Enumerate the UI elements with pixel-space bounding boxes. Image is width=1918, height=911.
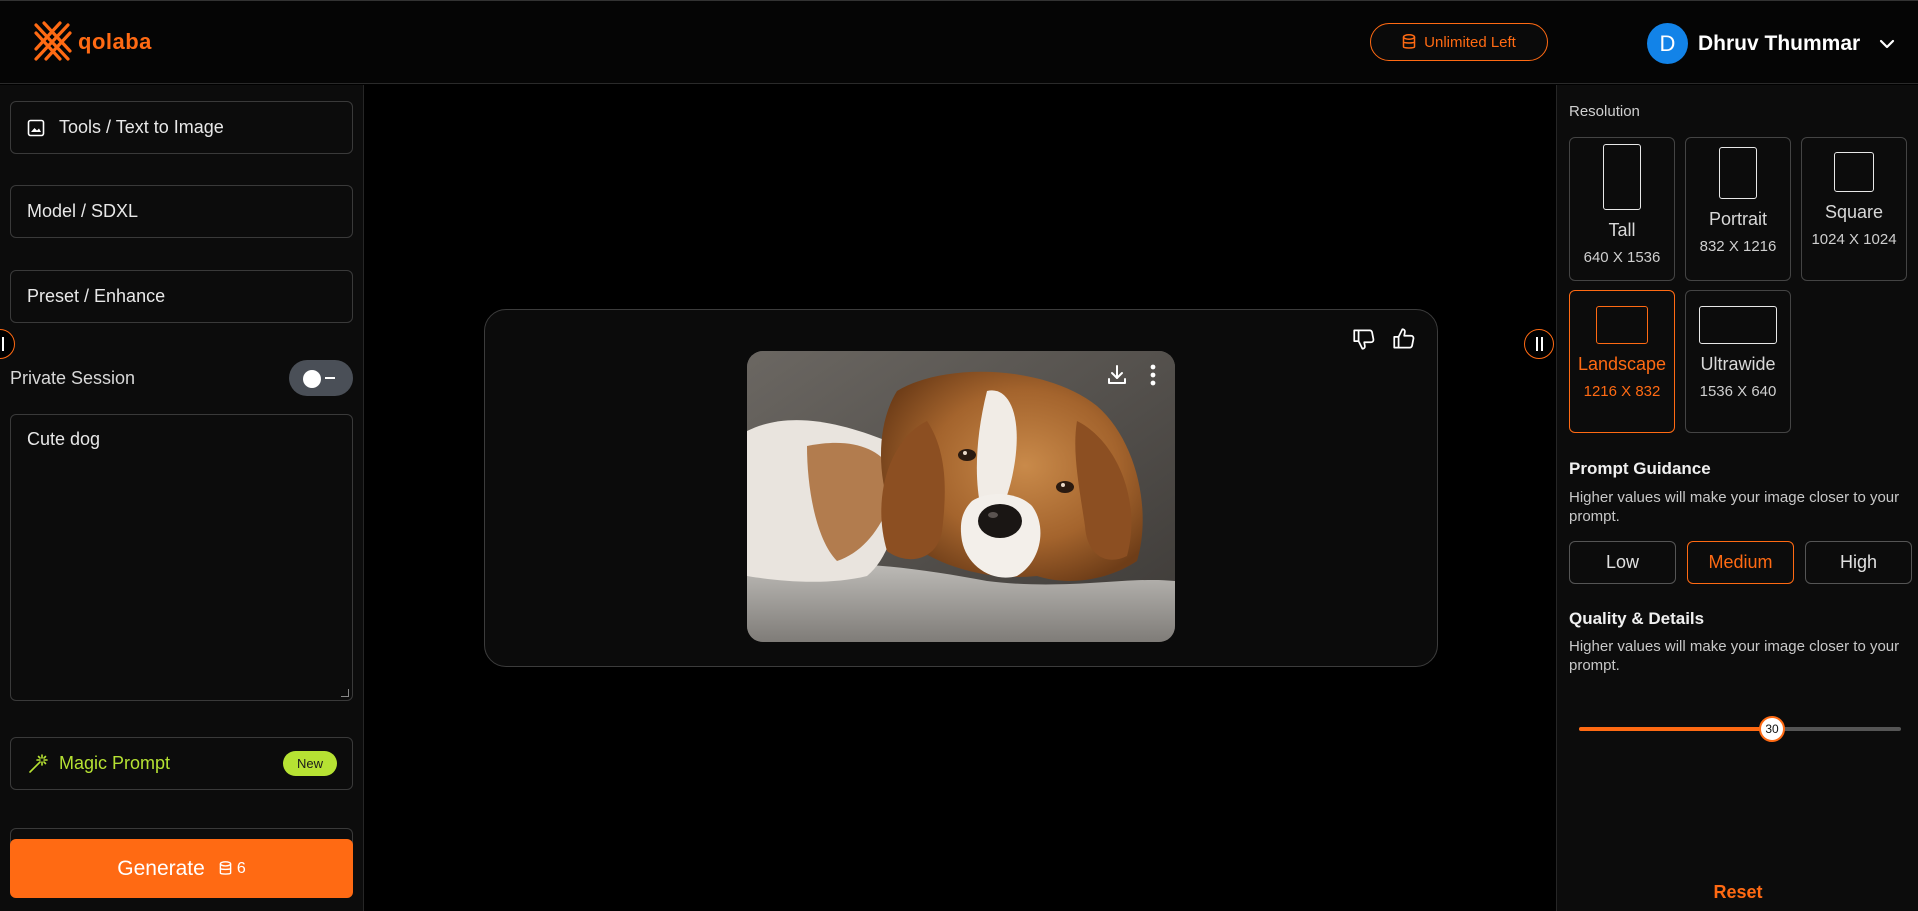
prompt-guidance-title: Prompt Guidance [1569, 459, 1711, 478]
slider-handle[interactable]: 30 [1759, 716, 1785, 742]
tool-label: Tools / Text to Image [59, 117, 224, 137]
reset-button[interactable]: Reset [1557, 882, 1918, 903]
top-bar: qolaba Unlimited Left D Dhruv Thummar [0, 0, 1918, 84]
resize-handle[interactable] [341, 689, 349, 697]
generate-label: Generate [117, 856, 205, 880]
toggle-knob [303, 370, 321, 388]
resolution-option-ultrawide[interactable]: Ultrawide 1536 X 640 [1685, 290, 1791, 433]
resolution-name: Ultrawide [1700, 354, 1776, 374]
pause-bar-icon [1540, 337, 1543, 351]
image-icon [27, 119, 45, 136]
new-badge: New [282, 751, 337, 776]
generated-image[interactable] [747, 351, 1175, 642]
preset-selector[interactable]: Preset / Enhance [10, 270, 353, 323]
guidance-medium-button[interactable]: Medium [1687, 541, 1794, 584]
download-icon[interactable] [1105, 363, 1129, 387]
resolution-dims: 640 X 1536 [1583, 249, 1661, 266]
slider-fill [1579, 727, 1772, 731]
resolution-name: Tall [1608, 220, 1636, 240]
resolution-label: Resolution [1569, 103, 1640, 120]
pause-bar-icon [1, 337, 4, 351]
tall-shape-icon [1603, 144, 1641, 210]
resolution-option-square[interactable]: Square 1024 X 1024 [1801, 137, 1907, 281]
right-panel-collapse-button[interactable] [1524, 329, 1554, 359]
portrait-shape-icon [1719, 147, 1757, 199]
pause-bar-icon [1535, 337, 1538, 351]
credits-label: Unlimited Left [1424, 33, 1516, 51]
resolution-option-landscape[interactable]: Landscape 1216 X 832 [1569, 290, 1675, 433]
image-actions [1105, 363, 1157, 387]
prompt-guidance-hint: Higher values will make your image close… [1569, 489, 1900, 525]
tool-selector[interactable]: Tools / Text to Image [10, 101, 353, 154]
credits-button[interactable]: Unlimited Left [1370, 23, 1548, 61]
resolution-name: Portrait [1708, 209, 1768, 229]
magic-prompt-label: Magic Prompt [59, 753, 171, 773]
model-selector[interactable]: Model / SDXL [10, 185, 353, 238]
prompt-textarea[interactable]: Cute dog [10, 414, 353, 701]
resolution-dims: 1024 X 1024 [1811, 231, 1897, 248]
resolution-dims: 1536 X 640 [1699, 383, 1777, 400]
quality-hint: Higher values will make your image close… [1569, 638, 1900, 674]
resolution-name: Square [1824, 202, 1884, 222]
brand-logo[interactable]: qolaba [32, 19, 152, 65]
more-options-icon[interactable] [1149, 363, 1157, 387]
resolution-dims: 1216 X 832 [1583, 383, 1661, 400]
prompt-text: Cute dog [27, 429, 101, 449]
guidance-low-button[interactable]: Low [1569, 541, 1676, 584]
generate-button[interactable]: Generate 6 [10, 839, 353, 898]
private-session-toggle[interactable] [289, 360, 353, 396]
magic-prompt-button[interactable]: Magic Prompt New [10, 737, 353, 790]
feedback-controls [1351, 326, 1417, 352]
chevron-down-icon [1880, 39, 1895, 48]
left-panel: Tools / Text to Image Model / SDXL Prese… [0, 85, 364, 911]
generate-cost: 6 [219, 860, 246, 878]
quality-title: Quality & Details [1569, 609, 1705, 628]
ultrawide-shape-icon [1699, 306, 1777, 344]
thumbs-down-icon[interactable] [1351, 326, 1377, 352]
private-session-label: Private Session [10, 367, 136, 388]
qolaba-logo-icon [34, 21, 72, 61]
model-label: Model / SDXL [27, 201, 139, 221]
landscape-shape-icon [1596, 306, 1648, 344]
toggle-off-indicator [325, 377, 335, 379]
user-menu[interactable]: D Dhruv Thummar [1647, 23, 1898, 64]
brand-name: qolaba [78, 29, 152, 54]
result-card [484, 309, 1438, 667]
database-icon [219, 861, 232, 875]
dog-image [747, 351, 1175, 642]
resolution-name: Landscape [1577, 354, 1667, 374]
square-shape-icon [1834, 152, 1874, 192]
preset-label: Preset / Enhance [27, 286, 166, 306]
resolution-option-portrait[interactable]: Portrait 832 X 1216 [1685, 137, 1791, 281]
right-panel: Resolution Tall 640 X 1536 Portrait 832 … [1556, 85, 1918, 911]
user-name: Dhruv Thummar [1698, 31, 1861, 55]
guidance-high-button[interactable]: High [1805, 541, 1912, 584]
magic-wand-icon [29, 753, 48, 773]
quality-slider[interactable]: 30 [1579, 716, 1901, 742]
thumbs-up-icon[interactable] [1391, 326, 1417, 352]
resolution-dims: 832 X 1216 [1699, 238, 1777, 255]
avatar: D [1647, 23, 1688, 64]
private-session-row: Private Session [10, 360, 353, 396]
database-icon [1402, 34, 1416, 49]
resolution-option-tall[interactable]: Tall 640 X 1536 [1569, 137, 1675, 281]
generate-cost-value: 6 [236, 859, 246, 877]
